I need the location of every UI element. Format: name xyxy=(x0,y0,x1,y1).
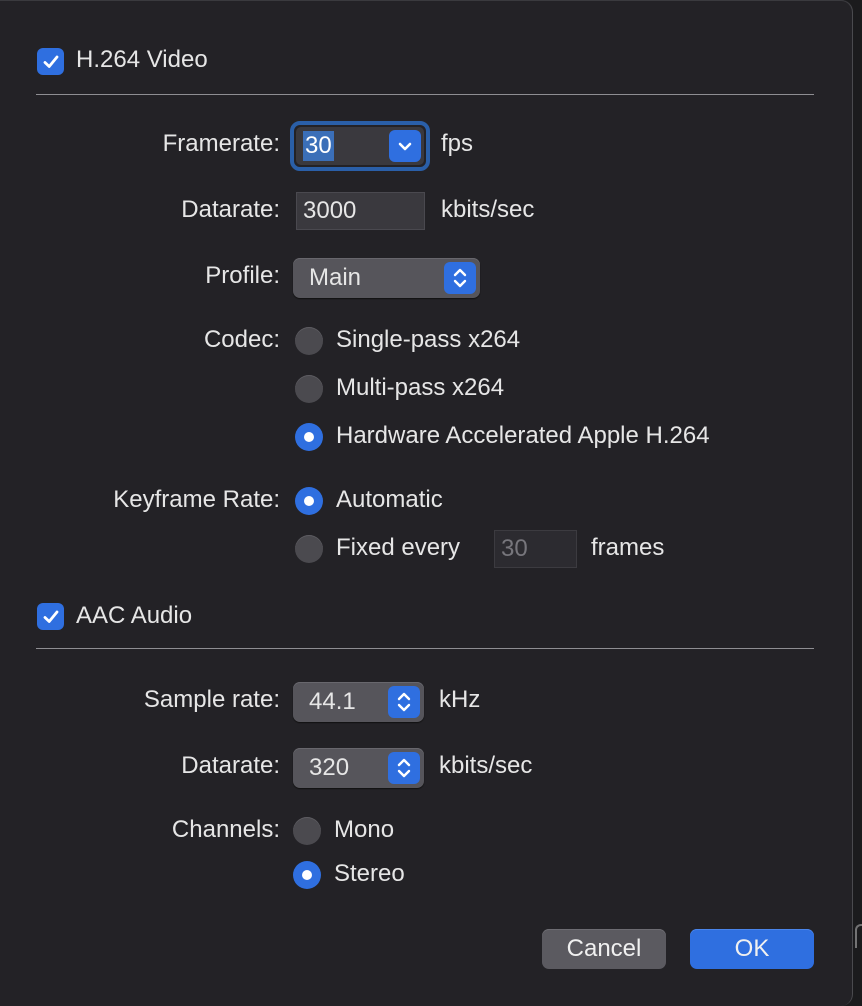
sample-rate-popup[interactable]: 44.1 xyxy=(293,682,424,722)
codec-single-pass-radio[interactable] xyxy=(295,327,323,355)
video-datarate-unit: kbits/sec xyxy=(441,196,535,223)
profile-label: Profile: xyxy=(205,262,280,289)
video-section-divider xyxy=(36,94,814,95)
codec-multi-pass-radio[interactable] xyxy=(295,375,323,403)
keyframe-fixed-radio[interactable] xyxy=(295,535,323,563)
framerate-label: Framerate: xyxy=(162,130,280,157)
up-down-chevron-icon xyxy=(397,692,411,712)
h264-video-checkbox[interactable] xyxy=(37,48,64,75)
keyframe-fixed-label[interactable]: Fixed every xyxy=(336,534,460,562)
audio-datarate-popup-arrows xyxy=(388,752,420,784)
cancel-button[interactable]: Cancel xyxy=(542,929,666,969)
profile-popup-arrows xyxy=(444,262,476,294)
audio-section-divider xyxy=(36,648,814,649)
keyframe-fixed-input[interactable]: 30 xyxy=(494,530,577,568)
profile-value: Main xyxy=(309,264,362,291)
ok-button[interactable]: OK xyxy=(690,929,814,969)
channels-stereo-label[interactable]: Stereo xyxy=(334,860,405,888)
channels-stereo-radio[interactable] xyxy=(293,861,321,889)
checkmark-icon xyxy=(43,610,58,623)
framerate-unit: fps xyxy=(441,130,474,157)
chevron-down-icon xyxy=(398,142,412,151)
codec-hardware-radio[interactable] xyxy=(295,423,323,451)
channels-mono-label[interactable]: Mono xyxy=(334,816,394,844)
up-down-chevron-icon xyxy=(397,758,411,778)
sample-rate-popup-arrows xyxy=(388,686,420,718)
sample-rate-label: Sample rate: xyxy=(143,686,280,713)
up-down-chevron-icon xyxy=(453,268,467,288)
video-datarate-input[interactable]: 3000 xyxy=(296,192,425,230)
aac-audio-label: AAC Audio xyxy=(76,602,193,629)
sample-rate-value: 44.1 xyxy=(309,688,356,715)
aac-audio-checkbox[interactable] xyxy=(37,603,64,630)
video-datarate-label: Datarate: xyxy=(181,196,280,223)
framerate-dropdown-button[interactable] xyxy=(386,127,424,165)
codec-single-pass-label[interactable]: Single-pass x264 xyxy=(336,326,520,354)
keyframe-fixed-unit: frames xyxy=(591,534,665,561)
keyframe-rate-label: Keyframe Rate: xyxy=(113,486,280,513)
h264-video-label: H.264 Video xyxy=(76,46,208,73)
audio-datarate-unit: kbits/sec xyxy=(439,752,533,779)
window-edge-fragment xyxy=(855,924,862,948)
channels-mono-radio[interactable] xyxy=(293,817,321,845)
keyframe-automatic-label[interactable]: Automatic xyxy=(336,486,443,514)
audio-datarate-label: Datarate: xyxy=(181,752,280,779)
sample-rate-unit: kHz xyxy=(439,686,481,713)
profile-popup[interactable]: Main xyxy=(293,258,480,298)
audio-datarate-popup[interactable]: 320 xyxy=(293,748,424,788)
audio-datarate-value: 320 xyxy=(309,754,350,781)
codec-label: Codec: xyxy=(203,326,280,353)
framerate-value[interactable]: 30 xyxy=(303,131,334,161)
codec-hardware-label[interactable]: Hardware Accelerated Apple H.264 xyxy=(336,422,710,450)
codec-multi-pass-label[interactable]: Multi-pass x264 xyxy=(336,374,504,402)
channels-label: Channels: xyxy=(171,816,280,843)
keyframe-automatic-radio[interactable] xyxy=(295,487,323,515)
checkmark-icon xyxy=(43,55,58,68)
